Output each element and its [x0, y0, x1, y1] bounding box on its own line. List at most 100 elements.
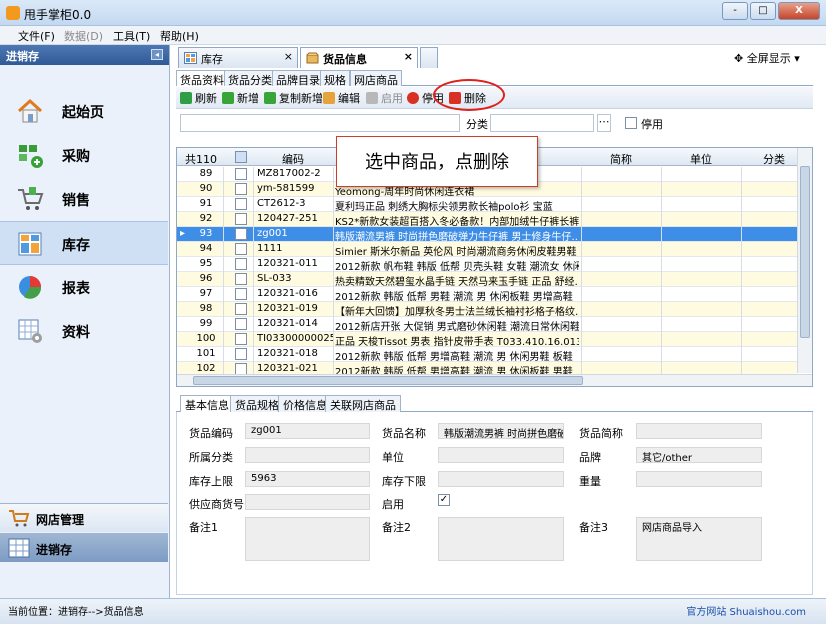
- code-field[interactable]: zg001: [245, 423, 370, 439]
- scroll-thumb[interactable]: [800, 166, 810, 338]
- column-code[interactable]: 编码: [253, 151, 333, 167]
- table-row[interactable]: 92 120427-251 KS2*新款女装超百搭入冬必备款！内部加绒牛仔裤长裤: [177, 212, 797, 228]
- pie-chart-icon: [19, 276, 42, 299]
- stock-lower-field[interactable]: [438, 471, 564, 487]
- row-checkbox[interactable]: [235, 303, 247, 315]
- row-checkbox[interactable]: [235, 273, 247, 285]
- close-button[interactable]: X: [778, 2, 820, 20]
- tab-product-category[interactable]: 货品分类: [224, 70, 276, 87]
- search-input[interactable]: [180, 114, 460, 132]
- sidebar-bottom-label: 进销存: [36, 543, 73, 557]
- tab-shop-goods[interactable]: 网店商品: [350, 70, 402, 87]
- cell-divider: [253, 317, 254, 332]
- row-checkbox[interactable]: [235, 198, 247, 210]
- maximize-button[interactable]: □: [750, 2, 776, 20]
- sidebar-item-reports[interactable]: 报表: [0, 265, 168, 309]
- row-checkbox[interactable]: [235, 168, 247, 180]
- menu-file[interactable]: 文件(F): [18, 28, 55, 44]
- sidebar-item-inventory[interactable]: 库存: [0, 221, 168, 265]
- menu-help[interactable]: 帮助(H): [160, 28, 199, 44]
- enable-button[interactable]: 启用: [366, 90, 403, 106]
- sidebar-bottom-shop[interactable]: 网店管理: [0, 503, 168, 532]
- cell-divider: [581, 302, 582, 317]
- name-field[interactable]: 韩版潮流男裤 时尚拼色磨破: [438, 423, 564, 439]
- note2-field[interactable]: [438, 517, 564, 561]
- select-all-checkbox[interactable]: [235, 151, 247, 163]
- purchase-icon: [19, 145, 43, 168]
- table-row[interactable]: 96 SL-033 热卖精致天然碧玺水晶手链 天然马来玉手链 正品 舒经…: [177, 272, 797, 288]
- refresh-button[interactable]: 刷新: [180, 90, 217, 106]
- close-icon[interactable]: ×: [404, 50, 413, 63]
- table-row[interactable]: ▸ 93 ✓ zg001 韩版潮流男裤 时尚拼色磨破弹力牛仔裤 男士修身牛仔…: [177, 227, 797, 243]
- note1-field[interactable]: [245, 517, 370, 561]
- tab-inventory[interactable]: 库存 ×: [178, 47, 298, 68]
- tab-spec[interactable]: 规格: [320, 70, 350, 87]
- new-tab-button[interactable]: [420, 47, 438, 68]
- sidebar-item-data[interactable]: 资料: [0, 309, 168, 353]
- sidebar-item-home[interactable]: 起始页: [0, 89, 168, 133]
- supplier-field[interactable]: [245, 494, 370, 510]
- tab-product-data[interactable]: 货品资料: [176, 70, 228, 87]
- disabled-checkbox[interactable]: [625, 117, 637, 129]
- weight-field[interactable]: [636, 471, 762, 487]
- tab-linked-shop-goods[interactable]: 关联网店商品: [325, 395, 401, 412]
- row-checkbox[interactable]: [235, 213, 247, 225]
- row-checkbox[interactable]: [235, 258, 247, 270]
- table-row[interactable]: 98 120321-019 【新年大回馈】加厚秋冬男士法兰绒长袖衬衫格子格纹…: [177, 302, 797, 318]
- close-icon[interactable]: ×: [284, 50, 293, 63]
- sidebar-bottom-inventory[interactable]: 进销存: [0, 533, 168, 562]
- menu-tools[interactable]: 工具(T): [113, 28, 150, 44]
- sidebar-item-sales[interactable]: 销售: [0, 177, 168, 221]
- table-row[interactable]: 97 120321-016 2012新款 韩版 低帮 男鞋 潮流 男 休闲板鞋 男增…: [177, 287, 797, 303]
- tab-basic-info[interactable]: 基本信息: [180, 395, 234, 412]
- scroll-thumb[interactable]: [193, 376, 583, 385]
- row-checkbox[interactable]: [235, 288, 247, 300]
- note2-label: 备注2: [382, 521, 411, 534]
- cell-code: 120321-014: [257, 318, 318, 329]
- tab-price-info[interactable]: 价格信息: [278, 395, 332, 412]
- edit-button[interactable]: 编辑: [323, 90, 360, 106]
- category-field[interactable]: [245, 447, 370, 463]
- minimize-button[interactable]: -: [722, 2, 748, 20]
- table-row[interactable]: 94 1111 Simier 斯米尔新品 英伦风 时尚潮流商务休闲皮鞋男鞋 …: [177, 242, 797, 258]
- row-checkbox[interactable]: [235, 348, 247, 360]
- vertical-scrollbar[interactable]: [797, 148, 812, 373]
- cell-name: 韩版潮流男裤 时尚拼色磨破弹力牛仔裤 男士修身牛仔…: [335, 232, 579, 243]
- menu-data[interactable]: 数据(D): [64, 28, 103, 44]
- table-row[interactable]: 100 TI033000000251正品 天梭Tissot 男表 指针皮带手表 T…: [177, 332, 797, 348]
- sidebar-item-purchase[interactable]: 采购: [0, 133, 168, 177]
- copy-add-button[interactable]: 复制新增: [264, 90, 323, 106]
- stock-upper-field[interactable]: 5963: [245, 471, 370, 487]
- row-number: 98: [199, 303, 213, 314]
- row-checkbox[interactable]: [235, 243, 247, 255]
- table-row[interactable]: 101 120321-018 2012新款 韩版 低帮 男增高鞋 潮流 男 休闲男鞋…: [177, 347, 797, 363]
- official-website-link[interactable]: 官方网站 Shuaishou.com: [686, 603, 806, 618]
- table-row[interactable]: 91 CT2612-3 夏利玛正品 刺绣大胸标尖领男款长袖polo衫 宝蓝: [177, 197, 797, 213]
- note3-field[interactable]: 网店商品导入: [636, 517, 762, 561]
- pin-icon[interactable]: ◂: [151, 49, 163, 60]
- category-input[interactable]: [490, 114, 594, 132]
- row-checkbox[interactable]: [235, 333, 247, 345]
- enabled-checkbox[interactable]: ✓: [438, 494, 450, 506]
- cell-divider: [253, 212, 254, 227]
- column-short[interactable]: 简称: [581, 151, 661, 167]
- unit-field[interactable]: [438, 447, 564, 463]
- tab-brand-catalog[interactable]: 品牌目录: [272, 70, 324, 87]
- table-row[interactable]: 99 120321-014 2012新店开张 大促销 男式磨砂休闲鞋 潮流日常休闲鞋: [177, 317, 797, 333]
- table-row[interactable]: 95 120321-011 2012新款 帆布鞋 韩版 低帮 贝壳头鞋 女鞋 潮流女…: [177, 257, 797, 273]
- column-unit[interactable]: 单位: [661, 151, 741, 167]
- short-field[interactable]: [636, 423, 762, 439]
- add-button[interactable]: 新增: [222, 90, 259, 106]
- horizontal-scrollbar[interactable]: [177, 374, 812, 386]
- row-checkbox[interactable]: [235, 318, 247, 330]
- tab-product-info[interactable]: 货品信息 ×: [300, 47, 418, 68]
- brand-field[interactable]: 其它/other: [636, 447, 762, 463]
- cell-divider: [661, 347, 662, 362]
- row-checkbox[interactable]: [235, 183, 247, 195]
- row-checkbox[interactable]: ✓: [235, 228, 247, 240]
- category-picker-button[interactable]: ⋯: [597, 114, 611, 132]
- fullscreen-button[interactable]: ✥ 全屏显示 ▾: [734, 50, 800, 66]
- cell-divider: [661, 302, 662, 317]
- tab-product-spec[interactable]: 货品规格: [230, 395, 284, 412]
- sidebar-item-label: 资料: [62, 325, 90, 341]
